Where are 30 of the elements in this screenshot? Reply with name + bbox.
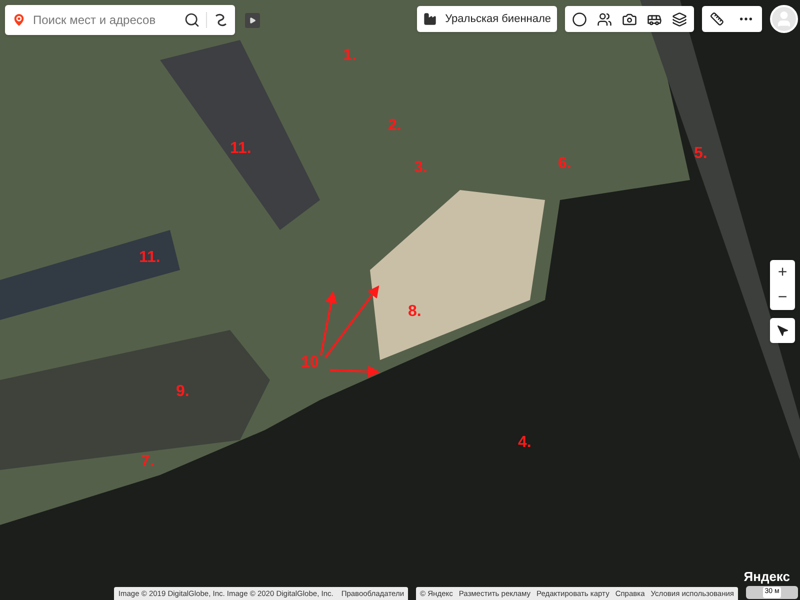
factory-icon — [423, 12, 438, 26]
expand-button[interactable] — [245, 12, 260, 28]
map-annotation: 5. — [694, 146, 708, 162]
ruler-icon[interactable] — [710, 12, 724, 26]
route-icon[interactable] — [213, 12, 229, 28]
circle-icon[interactable] — [571, 10, 588, 28]
map-annotation: 6. — [558, 156, 572, 172]
map-annotation: 1. — [343, 48, 356, 64]
map-annotation: 11. — [139, 250, 160, 266]
map-annotation: 2. — [388, 118, 402, 134]
pin-icon — [11, 12, 27, 28]
zoom-out-button[interactable]: − — [770, 285, 795, 310]
map-annotation: 3. — [414, 160, 428, 176]
map-annotation: 11. — [230, 141, 252, 157]
play-icon — [249, 16, 256, 24]
zoom-in-button[interactable]: + — [770, 260, 795, 285]
map-annotation: 7. — [141, 454, 154, 470]
map-annotation: 4. — [518, 435, 532, 451]
locate-button[interactable] — [770, 318, 795, 343]
map-annotation: 8. — [408, 304, 422, 320]
map-annotation: 10 — [301, 355, 319, 371]
user-icon — [775, 10, 793, 28]
search-icon[interactable] — [184, 12, 200, 28]
search-field[interactable]: Поиск мест и адресов — [5, 5, 235, 35]
people-icon[interactable] — [596, 10, 613, 28]
layers-icon[interactable] — [671, 10, 688, 28]
map-annotation: 9. — [176, 384, 190, 400]
layer-chip[interactable]: Уральская биеннале — [417, 6, 557, 32]
yandex-logo: Яндекс — [744, 570, 790, 583]
arrow-icon — [776, 324, 788, 336]
